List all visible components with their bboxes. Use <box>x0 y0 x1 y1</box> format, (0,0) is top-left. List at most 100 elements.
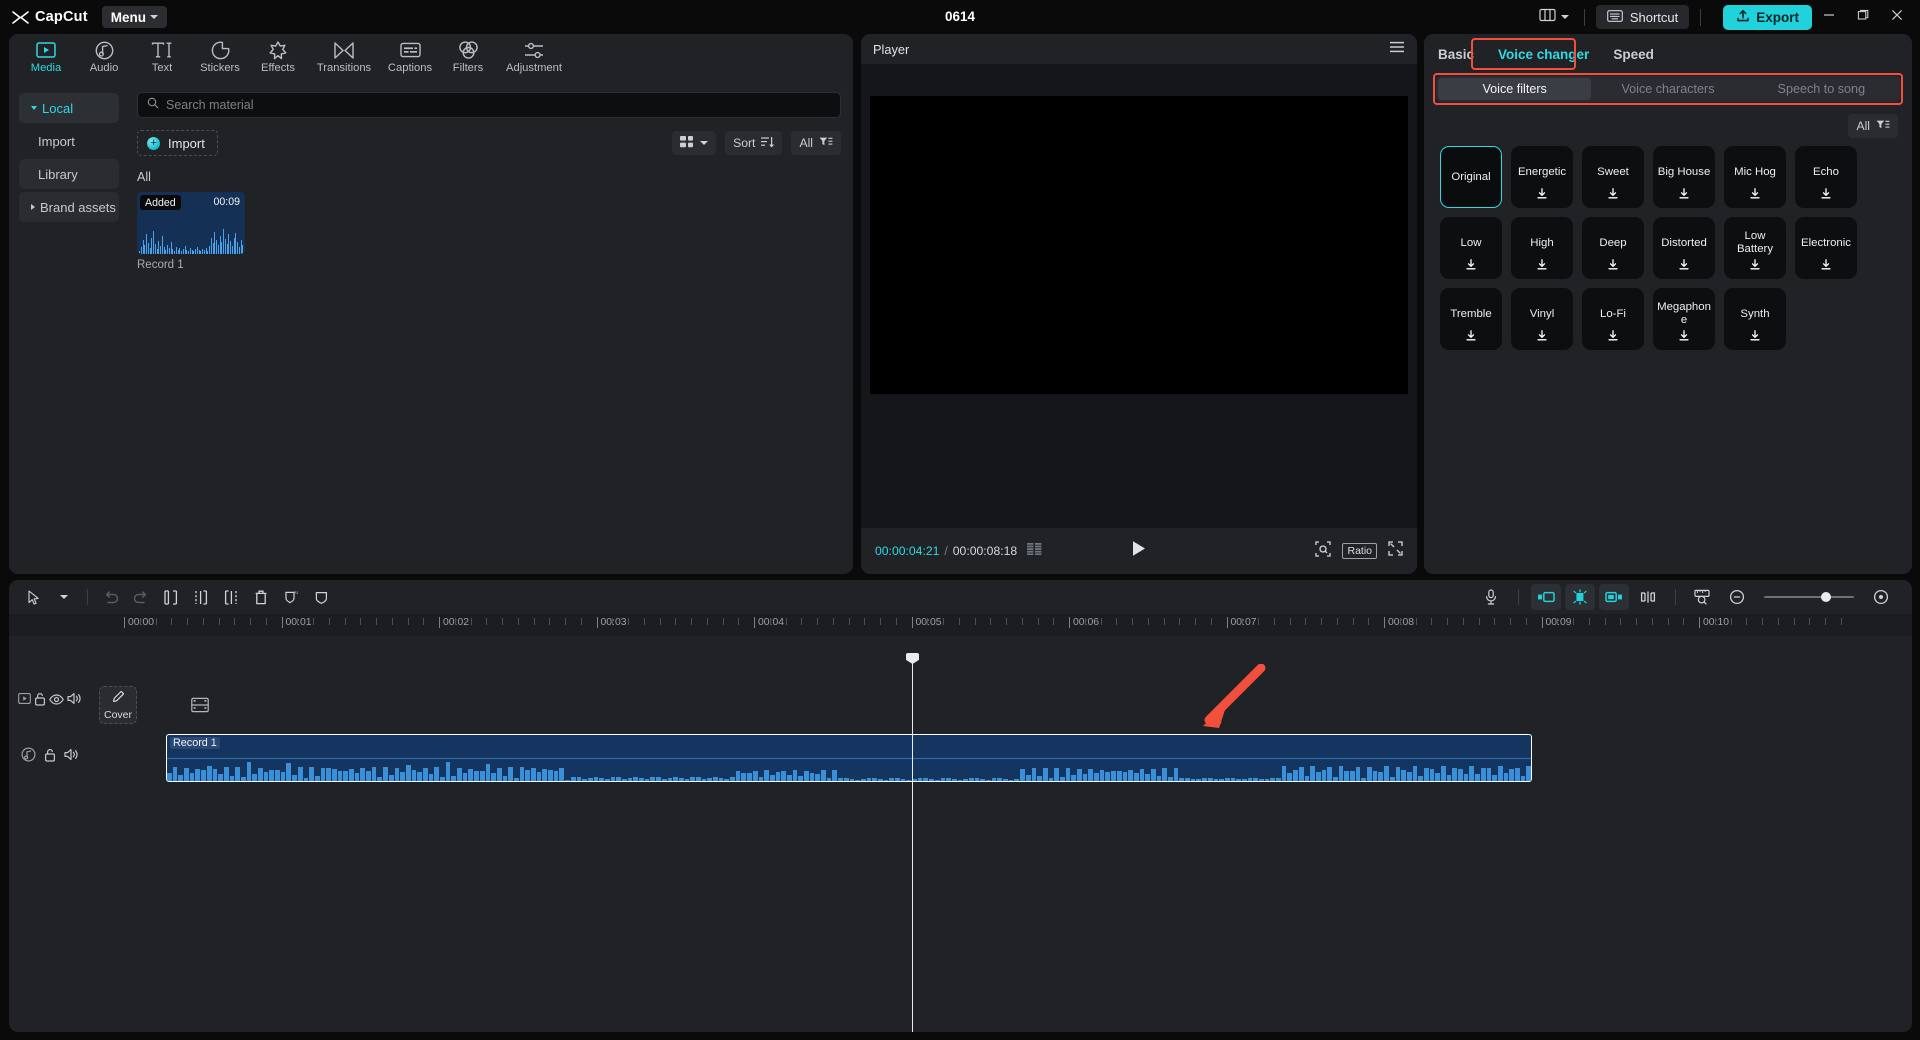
snap-right-icon[interactable] <box>1599 584 1629 610</box>
playhead-grip[interactable] <box>906 653 919 664</box>
player-menu-button[interactable] <box>1389 40 1405 58</box>
video-preview[interactable] <box>870 96 1408 394</box>
toolbar-item-adjustment[interactable]: Adjustment <box>497 35 571 79</box>
view-mode-button[interactable] <box>672 131 717 155</box>
close-button[interactable] <box>1880 0 1914 34</box>
audio-note-icon[interactable] <box>21 747 36 767</box>
download-icon[interactable] <box>1750 257 1761 275</box>
sidebar-item-library[interactable]: Library <box>19 159 119 189</box>
play-button[interactable] <box>1131 540 1147 562</box>
zoom-slider[interactable] <box>1764 590 1854 604</box>
speaker-icon[interactable] <box>64 748 79 766</box>
search-bar[interactable] <box>137 92 841 118</box>
toolbar-item-captions[interactable]: Captions <box>381 35 439 79</box>
eye-icon[interactable] <box>48 692 64 710</box>
lock-icon[interactable] <box>34 692 46 711</box>
fullscreen-icon[interactable] <box>1388 541 1403 561</box>
export-button[interactable]: Export <box>1723 4 1812 30</box>
timeline-ruler[interactable]: 00:00 00:01 00:02 00:03 00:04 00:05 00:06 00:07… <box>9 614 1912 636</box>
toolbar-item-stickers[interactable]: Stickers <box>191 35 249 79</box>
minimize-button[interactable] <box>1812 0 1846 34</box>
audio-clip[interactable]: Record 1 <box>166 734 1532 782</box>
tab-voice-changer[interactable]: Voice changer <box>1486 40 1601 68</box>
lock-icon[interactable] <box>44 748 56 767</box>
download-icon[interactable] <box>1466 257 1477 275</box>
voice-filter-deep[interactable]: Deep <box>1582 217 1644 279</box>
video-toggle-icon[interactable] <box>18 692 32 710</box>
sidebar-item-import[interactable]: Import <box>19 126 119 156</box>
ai-mask-icon[interactable]: AI <box>276 584 306 610</box>
sidebar-item-brand-assets[interactable]: Brand assets <box>19 192 119 222</box>
trim-left-icon[interactable] <box>186 584 216 610</box>
voice-filter-low-battery[interactable]: Low Battery <box>1724 217 1786 279</box>
voice-filter-tremble[interactable]: Tremble <box>1440 288 1502 350</box>
sort-button[interactable]: Sort <box>725 131 783 155</box>
voice-filter-original[interactable]: Original <box>1440 146 1502 208</box>
download-icon[interactable] <box>1608 257 1619 275</box>
voice-filter-energetic[interactable]: Energetic <box>1511 146 1573 208</box>
tab-basic[interactable]: Basic <box>1438 40 1486 68</box>
segment-voice-characters[interactable]: Voice characters <box>1591 78 1744 100</box>
delete-icon[interactable] <box>246 584 276 610</box>
toolbar-item-effects[interactable]: Effects <box>249 35 307 79</box>
timeline-zoom-fit-icon[interactable] <box>1688 584 1718 610</box>
split-icon[interactable] <box>156 584 186 610</box>
trim-right-icon[interactable] <box>216 584 246 610</box>
voice-filter-echo[interactable]: Echo <box>1795 146 1857 208</box>
voice-filter-sweet[interactable]: Sweet <box>1582 146 1644 208</box>
menu-button[interactable]: Menu <box>101 6 168 28</box>
ratio-button[interactable]: Ratio <box>1342 543 1377 559</box>
download-icon[interactable] <box>1466 328 1477 346</box>
segment-voice-filters[interactable]: Voice filters <box>1438 78 1592 100</box>
download-icon[interactable] <box>1679 257 1690 275</box>
media-item[interactable]: Added 00:09 Record 1 <box>137 192 245 271</box>
download-icon[interactable] <box>1608 186 1619 204</box>
select-cursor-icon[interactable] <box>19 584 49 610</box>
download-icon[interactable] <box>1537 186 1548 204</box>
voice-filter-distorted[interactable]: Distorted <box>1653 217 1715 279</box>
download-icon[interactable] <box>1679 186 1690 204</box>
voice-filter-big-house[interactable]: Big House <box>1653 146 1715 208</box>
microphone-icon[interactable] <box>1476 584 1506 610</box>
toolbar-item-media[interactable]: Media <box>17 35 75 79</box>
media-filter-button[interactable]: All <box>791 131 841 155</box>
search-input[interactable] <box>166 98 831 112</box>
download-icon[interactable] <box>1821 186 1832 204</box>
frames-icon[interactable] <box>1027 542 1042 560</box>
redo-icon[interactable] <box>126 584 156 610</box>
voice-filter-all-button[interactable]: All <box>1848 114 1898 138</box>
link-split-icon[interactable] <box>1633 584 1663 610</box>
crop-icon[interactable] <box>1315 540 1332 562</box>
cover-button[interactable]: Cover <box>99 686 137 724</box>
zoom-in-icon[interactable] <box>1866 584 1896 610</box>
auto-snap-icon[interactable] <box>1565 584 1595 610</box>
cursor-dropdown-button[interactable] <box>49 584 79 610</box>
download-icon[interactable] <box>1750 186 1761 204</box>
speaker-icon[interactable] <box>67 692 82 710</box>
voice-filter-mic-hog[interactable]: Mic Hog <box>1724 146 1786 208</box>
voice-filter-megaphone[interactable]: Megaphone <box>1653 288 1715 350</box>
voice-filter-vinyl[interactable]: Vinyl <box>1511 288 1573 350</box>
mask-icon[interactable] <box>306 584 336 610</box>
zoom-slider-knob[interactable] <box>1821 592 1831 602</box>
tab-speed[interactable]: Speed <box>1601 40 1666 68</box>
toolbar-item-filters[interactable]: Filters <box>439 35 497 79</box>
snap-left-icon[interactable] <box>1531 584 1561 610</box>
toolbar-item-transitions[interactable]: Transitions <box>307 35 381 79</box>
maximize-button[interactable] <box>1846 0 1880 34</box>
toolbar-item-audio[interactable]: Audio <box>75 35 133 79</box>
zoom-out-icon[interactable] <box>1722 584 1752 610</box>
download-icon[interactable] <box>1537 328 1548 346</box>
voice-filter-low[interactable]: Low <box>1440 217 1502 279</box>
voice-filter-electronic[interactable]: Electronic <box>1795 217 1857 279</box>
shortcut-button[interactable]: Shortcut <box>1595 5 1690 29</box>
download-icon[interactable] <box>1821 257 1832 275</box>
download-icon[interactable] <box>1608 328 1619 346</box>
toolbar-item-text[interactable]: Text <box>133 35 191 79</box>
segment-speech-to-song[interactable]: Speech to song <box>1745 78 1898 100</box>
download-icon[interactable] <box>1750 328 1761 346</box>
voice-filter-lo-fi[interactable]: Lo-Fi <box>1582 288 1644 350</box>
sidebar-item-local[interactable]: Local <box>19 93 119 123</box>
voice-filter-high[interactable]: High <box>1511 217 1573 279</box>
voice-filter-synth[interactable]: Synth <box>1724 288 1786 350</box>
